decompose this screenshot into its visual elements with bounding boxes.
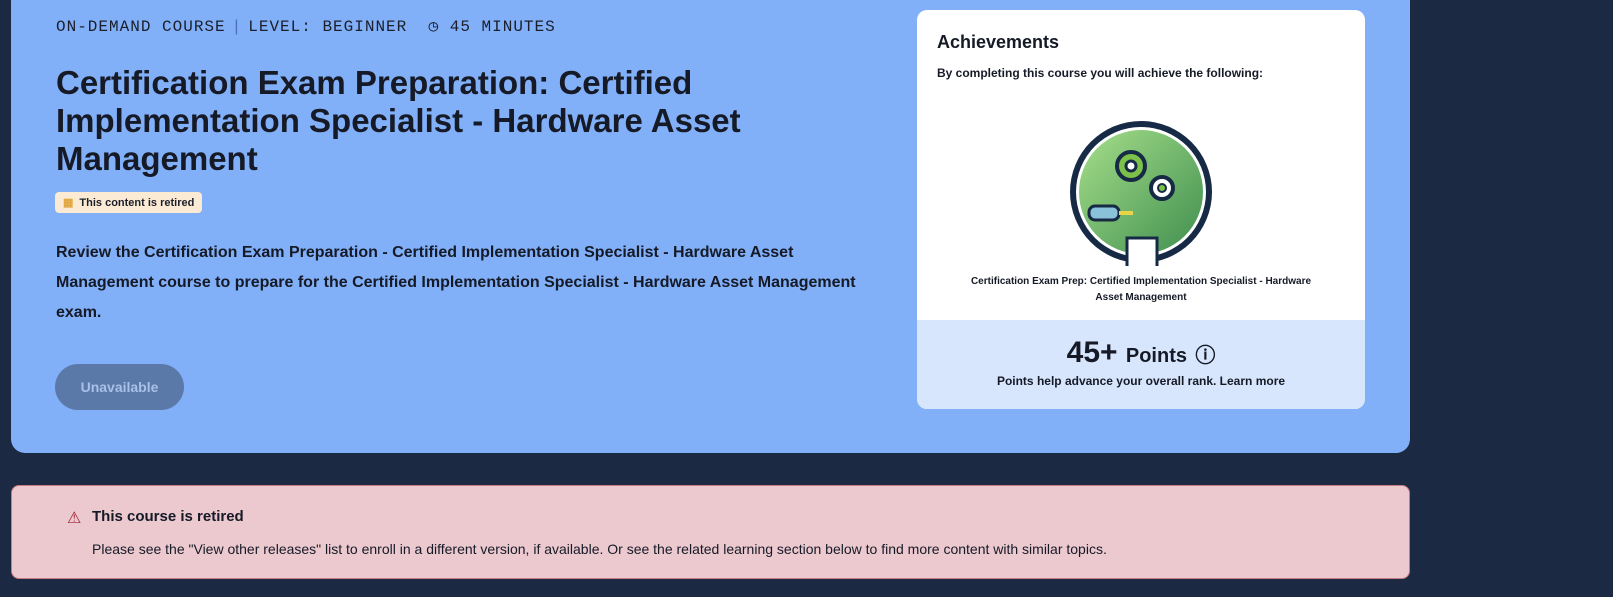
achievements-subtitle: By completing this course you will achie… [937,66,1264,80]
retired-badge-label: This content is retired [79,196,195,209]
clock-icon: ◷ [428,18,440,36]
achievement-badge-icon [1070,121,1212,266]
achievement-caption: Certification Exam Prep: Certified Imple… [970,276,1312,303]
page-title: Certification Exam Preparation: Certifie… [56,64,741,177]
course-duration: 45 MINUTES [449,18,556,36]
course-level: LEVEL: BEGINNER [248,18,408,36]
course-type: ON-DEMAND COURSE [56,18,226,36]
unavailable-button[interactable]: Unavailable [55,364,184,410]
retired-alert: ⚠ This course is retired Please see the … [11,485,1410,579]
info-icon[interactable]: ⓘ [1195,345,1215,367]
achievements-heading: Achievements [937,32,1060,52]
points-note[interactable]: Points help advance your overall rank. L… [917,374,1365,388]
achievements-card: Achievements By completing this course y… [917,10,1365,409]
retired-badge: ▦ This content is retired [55,192,203,213]
points-panel: 45+ Points ⓘ Points help advance your ov… [917,320,1365,409]
points-label: Points [1125,345,1187,367]
course-meta: ON-DEMAND COURSE | LEVEL: BEGINNER ◷ 45 MI… [56,18,556,36]
course-description: Review the Certification Exam Preparatio… [56,244,856,321]
points-value: 45+ [1066,336,1118,369]
alert-title: This course is retired [92,508,244,525]
warning-icon: ⚠ [67,510,82,527]
alert-body: Please see the "View other releases" lis… [92,541,1107,557]
calendar-warning-icon: ▦ [63,197,74,209]
